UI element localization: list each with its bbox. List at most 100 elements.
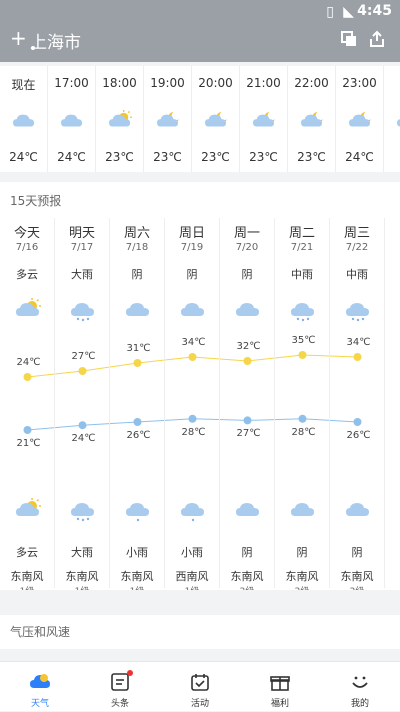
hour-temp: 24℃ [57, 150, 86, 164]
wind-direction: 西南风 [175, 570, 209, 583]
rain-icon [71, 303, 94, 322]
city-title[interactable]: 上海市 [30, 28, 81, 53]
day-date: 7/21 [290, 242, 314, 253]
night-condition: 阴 [351, 546, 363, 559]
calendar-icon [191, 674, 209, 691]
weather-icon [30, 674, 50, 688]
battery-icon: ▯ [326, 4, 334, 20]
hour-temp: 23℃ [201, 150, 230, 164]
nav-item-2[interactable]: 活动 [160, 662, 240, 712]
hourly-item: 20:00 23℃ [192, 66, 240, 172]
high-temp-label: 31℃ [126, 343, 151, 354]
moon-cloud-icon [205, 111, 227, 127]
hourly-item: 21:00 23℃ [240, 66, 288, 172]
light-rain-icon [181, 503, 204, 522]
wind-level: 1级 [110, 584, 164, 590]
forecast-day[interactable]: 周日7/19阴小雨西南风1级优 [165, 218, 220, 590]
day-week: 周二 [288, 226, 315, 241]
hourly-item: 0: 24 [384, 66, 400, 172]
forecast-day[interactable]: 今天7/16多云多云东南风1级优 [0, 218, 55, 590]
hour-time: 18:00 [102, 76, 137, 90]
day-condition: 大雨 [71, 268, 93, 281]
high-temp-label: 24℃ [16, 357, 41, 368]
high-temp-label: 35℃ [291, 335, 316, 346]
cloud-icon [397, 119, 400, 127]
daily-forecast[interactable]: 15天预报 今天7/16多云多云东南风1级优明天7/17大雨大雨东南风1级优周六… [0, 182, 400, 590]
notification-badge [127, 670, 133, 676]
wind-direction: 东南风 [285, 570, 319, 583]
low-temp-label: 24℃ [71, 433, 96, 445]
hour-temp: 23℃ [249, 150, 278, 164]
day-condition: 阴 [241, 268, 253, 281]
forecast-day[interactable]: 周一7/20阴阴东南风2级良 [220, 218, 275, 590]
night-condition: 阴 [296, 546, 308, 559]
cloud-icon [13, 114, 35, 127]
forecast-day[interactable]: 周三7/22中雨阴东南风2级优 [330, 218, 385, 590]
cloud-icon [61, 114, 83, 127]
hourly-forecast[interactable]: 现在 24℃ 17:00 24℃ 18:00 23℃ 19:00 23℃ 20:00 23℃ 21:… [0, 66, 400, 172]
forecast-day[interactable]: 明天7/17大雨大雨东南风1级优 [55, 218, 110, 590]
nav-item-4[interactable]: 我的 [320, 662, 400, 712]
wind-level: 2级 [330, 584, 384, 590]
share-icon[interactable] [368, 30, 386, 48]
hourly-item: 23:00 24℃ [336, 66, 384, 172]
day-week: 周三 [343, 226, 370, 241]
high-temp-label: 32℃ [236, 341, 261, 352]
sun-cloud-icon [109, 110, 132, 127]
day-week: 周 [385, 222, 400, 241]
low-temp-label: 28℃ [291, 426, 316, 438]
gift-icon [270, 676, 290, 691]
header: + 上海市 [0, 24, 400, 62]
rain-icon [291, 303, 314, 322]
day-condition: 中雨 [291, 268, 313, 281]
nav-item-3[interactable]: 福利 [240, 662, 320, 712]
hourly-item: 17:00 24℃ [48, 66, 96, 172]
hour-temp: 24 [384, 150, 400, 164]
hourly-item: 现在 24℃ [0, 66, 48, 172]
hour-time: 21:00 [246, 76, 281, 90]
cloud-icon [181, 303, 204, 316]
wind-direction: 东 [385, 568, 400, 584]
forecast-day[interactable]: 周二7/21中雨阴东南风2级优 [275, 218, 330, 590]
status-time: 4:45 [357, 3, 392, 19]
nav-label: 活动 [190, 699, 209, 709]
light-rain-icon [126, 503, 149, 522]
add-city-button[interactable]: + [10, 26, 27, 50]
hour-temp: 24℃ [345, 150, 374, 164]
wind-direction: 东南风 [65, 570, 99, 583]
sun-cloud-icon [16, 498, 41, 516]
day-condition: 多云 [16, 268, 38, 281]
wind-direction: 东南风 [340, 570, 374, 583]
wind-level: 1级 [55, 584, 109, 590]
nav-item-0[interactable]: 天气 [0, 662, 80, 712]
cloud-icon [236, 303, 259, 316]
hour-temp: 24℃ [9, 150, 38, 164]
day-date: 7/17 [70, 242, 94, 253]
hour-temp: 23℃ [297, 150, 326, 164]
hour-time: 19:00 [150, 76, 185, 90]
cloud-icon [346, 503, 369, 516]
night-condition: 多云 [16, 546, 38, 559]
wind-direction: 东南风 [120, 570, 154, 583]
wind-level: 1级 [165, 584, 219, 590]
day-condition: 阴 [186, 268, 198, 281]
copy-icon[interactable] [340, 30, 358, 48]
day-week: 明天 [68, 226, 95, 241]
pressure-label: 气压和风速 [10, 625, 71, 639]
cloud-icon [236, 503, 259, 516]
day-week: 周一 [233, 226, 260, 241]
forecast-day[interactable]: 周六7/18阴小雨东南风1级优 [110, 218, 165, 590]
day-date: 7/19 [180, 242, 204, 253]
wifi-icon: ◣ [343, 4, 354, 20]
forecast-day[interactable]: 周东 [385, 218, 400, 588]
nav-item-1[interactable]: 头条 [80, 662, 160, 712]
sun-cloud-icon [16, 298, 41, 316]
hour-time: 22:00 [294, 76, 329, 90]
pressure-section[interactable]: 气压和风速 [0, 615, 400, 649]
nav-label: 天气 [30, 699, 49, 709]
moon-cloud-icon [301, 111, 323, 127]
page-indicator [31, 46, 35, 50]
hour-temp: 23℃ [153, 150, 182, 164]
day-date: 7/16 [15, 242, 39, 253]
moon-cloud-icon [157, 111, 179, 127]
